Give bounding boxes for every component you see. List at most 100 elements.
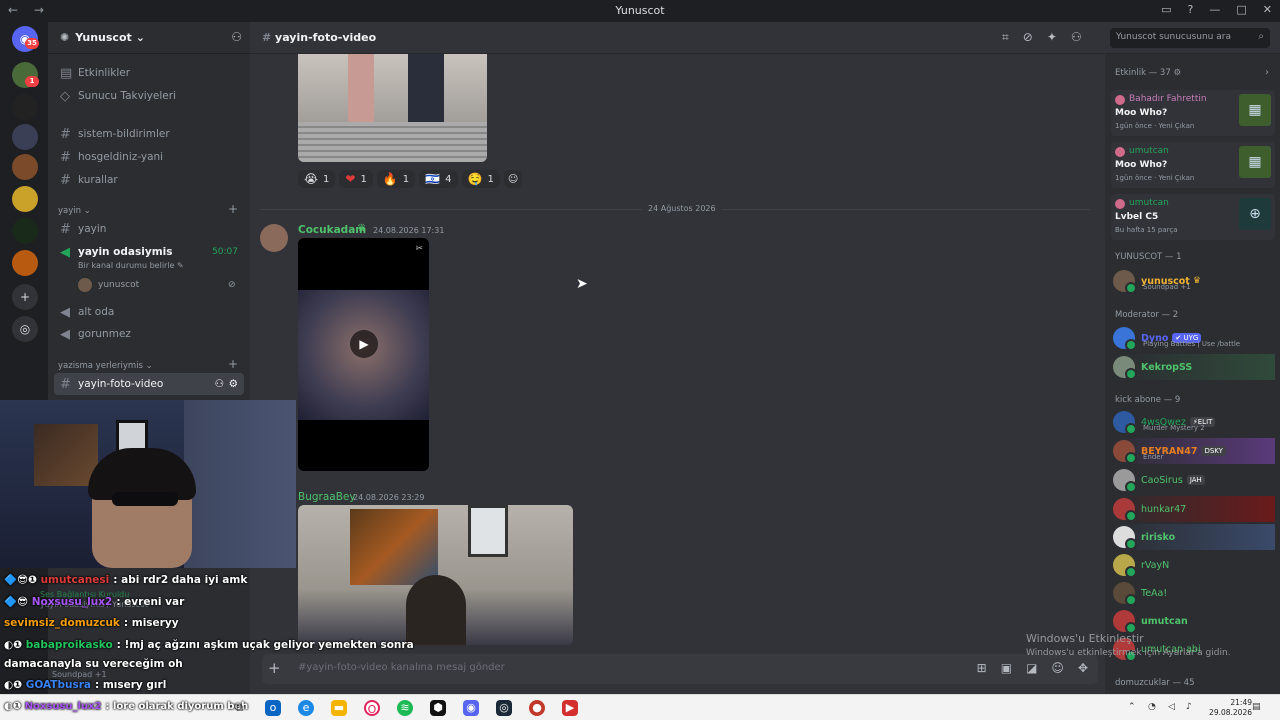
image-attachment[interactable] (298, 54, 487, 162)
chevron-up-icon[interactable]: ⌃ (1128, 702, 1136, 712)
volume-icon[interactable]: ♪ (1186, 702, 1192, 712)
channel-kurallar[interactable]: # kurallar (54, 169, 244, 191)
server-icon[interactable] (12, 186, 38, 212)
channel-events[interactable]: ▤ Etkinlikler (54, 62, 244, 84)
help-icon[interactable]: ? (1188, 3, 1194, 16)
apps-icon[interactable]: ✥ (1078, 661, 1088, 675)
message-author[interactable]: BugraaBey (298, 491, 356, 503)
server-icon[interactable] (12, 124, 38, 150)
search-input[interactable]: Yunuscot sunucusunu ara ⌕ (1110, 28, 1270, 48)
reaction[interactable]: ❤ 1 (339, 170, 373, 188)
member-item[interactable]: hunkar47 (1113, 496, 1275, 522)
avatar[interactable] (260, 224, 288, 252)
notification-icon[interactable]: ⊘ (1023, 30, 1033, 45)
notification-center-icon[interactable]: ▤ (1252, 702, 1261, 712)
server-icon[interactable] (12, 218, 38, 244)
spotify-icon[interactable]: ≋ (397, 700, 413, 716)
media-app-icon[interactable]: ▶ (562, 700, 578, 716)
member-group-header: kick abone — 9 (1115, 395, 1181, 405)
minimize-button[interactable]: — (1209, 3, 1220, 16)
member-item[interactable]: ririsko (1113, 524, 1275, 550)
channel-boosts[interactable]: ◇ Sunucu Takviyeleri (54, 85, 244, 107)
task-view-icon[interactable]: ⧉ (231, 700, 247, 716)
steam-icon[interactable]: ◎ (496, 700, 512, 716)
activity-card[interactable]: umutcan Lvbel C5 Bu hafta 15 parça ⊕ (1111, 194, 1275, 240)
pin-icon[interactable]: ✦ (1047, 30, 1057, 45)
app-icon[interactable]: ● (529, 700, 545, 716)
invite-icon[interactable]: ⚇ (231, 30, 242, 44)
channel-hosgeldiniz-yani[interactable]: # hosgeldiniz-yani (54, 146, 244, 168)
members-icon[interactable]: ⚇ (1071, 30, 1082, 45)
activity-card[interactable]: Bahadır Fahrettin Moo Who? 1gün önce · Y… (1111, 90, 1275, 136)
app-icon[interactable]: ⬢ (430, 700, 446, 716)
voice-channel-alt-oda[interactable]: ◀ alt oda (54, 301, 244, 323)
member-item[interactable]: 4wsQwez ⚡ELIT Murder Mystery 2 (1113, 409, 1275, 435)
invite-icon[interactable]: ⚇ (215, 378, 224, 390)
reaction-emoji: 🔥 (382, 172, 398, 186)
activity-header[interactable]: Etkinlik — 37 ⚙ › (1115, 67, 1269, 78)
gif-icon[interactable]: ▣ (1001, 661, 1012, 675)
edge-icon[interactable]: e (298, 700, 314, 716)
avatar (1113, 411, 1137, 435)
voice-user[interactable]: yunuscot ⊘ (78, 278, 236, 292)
member-item[interactable]: BEYRAN47 DSKY Ender (1113, 438, 1275, 464)
member-item[interactable]: CaoSirus JAH (1113, 467, 1275, 493)
member-item[interactable]: Dyno ✔ UYG Playing Battles | Use /battle (1113, 325, 1275, 351)
maximize-button[interactable]: □ (1236, 3, 1246, 16)
reaction[interactable]: 😭 1 (298, 170, 336, 188)
clock[interactable]: 21:49 29.08.2026 (1209, 698, 1252, 718)
chat-user: GOATbusra (25, 679, 91, 691)
server-icon[interactable] (12, 250, 38, 276)
file-explorer-icon[interactable]: ▬ (331, 700, 347, 716)
channel-yayin[interactable]: # yayin (54, 218, 244, 240)
reaction[interactable]: 🔥 1 (376, 170, 416, 188)
member-item[interactable]: yunuscot ♛ Soundpad +1 (1113, 268, 1275, 294)
voice-channel-gorunmez[interactable]: ◀ gorunmez (54, 323, 244, 345)
reaction-count: 1 (360, 173, 367, 185)
member-group-header: domuzcuklar — 45 (1115, 678, 1195, 688)
chat-line: ◐❶ GOATbusra: mısery gırl (4, 679, 167, 691)
spoiler-icon[interactable]: ✂ (415, 244, 423, 254)
add-channel-icon[interactable]: + (228, 202, 238, 216)
activity-card[interactable]: umutcan Moo Who? 1gün önce · Yeni Çıkan … (1111, 142, 1275, 188)
avatar (1113, 498, 1137, 522)
add-reaction-button[interactable]: ☺ (503, 170, 523, 188)
threads-icon[interactable]: ⌗ (1002, 30, 1009, 45)
add-channel-icon[interactable]: + (228, 357, 238, 371)
outlook-icon[interactable]: o (265, 700, 281, 716)
speaker-icon: ◀ (60, 244, 70, 260)
member-item[interactable]: TeAa! (1113, 580, 1275, 606)
emoji-icon[interactable]: ☺ (1051, 661, 1064, 675)
network-icon[interactable]: ◔ (1148, 702, 1156, 712)
member-item[interactable]: rVayN (1113, 552, 1275, 578)
opera-icon[interactable]: O (364, 700, 380, 716)
voice-status[interactable]: Bir kanal durumu belirle ✎ (78, 261, 184, 270)
category-yazisma[interactable]: yazisma yerleriymis ⌄ (58, 361, 153, 371)
channel-sistem-bildirimler[interactable]: # sistem-bildirimler (54, 123, 244, 145)
inbox-icon[interactable]: ▭ (1161, 3, 1171, 16)
gift-icon[interactable]: ⊞ (977, 661, 987, 675)
image-attachment[interactable] (298, 505, 573, 645)
avatar (1113, 440, 1137, 464)
server-icon[interactable] (12, 154, 38, 180)
video-attachment[interactable]: ▶ ✂ (298, 238, 429, 471)
server-header[interactable]: ✺ Yunuscot ⌄ ⚇ (48, 22, 250, 54)
member-item[interactable]: umutcan (1113, 608, 1275, 634)
speaker-icon[interactable]: ◁ (1168, 702, 1175, 712)
settings-icon[interactable]: ⚙ (229, 378, 238, 390)
message-composer[interactable]: + #yayin-foto-video kanalına mesaj gönde… (262, 654, 1098, 684)
message-author[interactable]: Cocukadam (298, 224, 366, 236)
play-icon[interactable]: ▶ (350, 330, 378, 358)
category-yayin[interactable]: yayin ⌄ (58, 206, 91, 216)
member-item[interactable]: KekropSS (1113, 354, 1275, 380)
discord-icon[interactable]: ◉ (463, 700, 479, 716)
reaction[interactable]: 🤤 1 (461, 170, 500, 188)
server-icon[interactable] (12, 94, 38, 120)
sticker-icon[interactable]: ◪ (1026, 661, 1037, 675)
discover-icon[interactable]: ◎ (12, 316, 38, 342)
reaction[interactable]: 🇮🇱 4 (419, 170, 458, 188)
add-server-icon[interactable]: + (12, 284, 38, 310)
channel-yayin-foto-video[interactable]: # yayin-foto-video ⚙ ⚇ (54, 373, 244, 395)
voice-channel-yayin-odasiymis[interactable]: ◀ yayin odasiymis 50:07 (54, 241, 244, 263)
close-button[interactable]: ✕ (1263, 3, 1272, 16)
